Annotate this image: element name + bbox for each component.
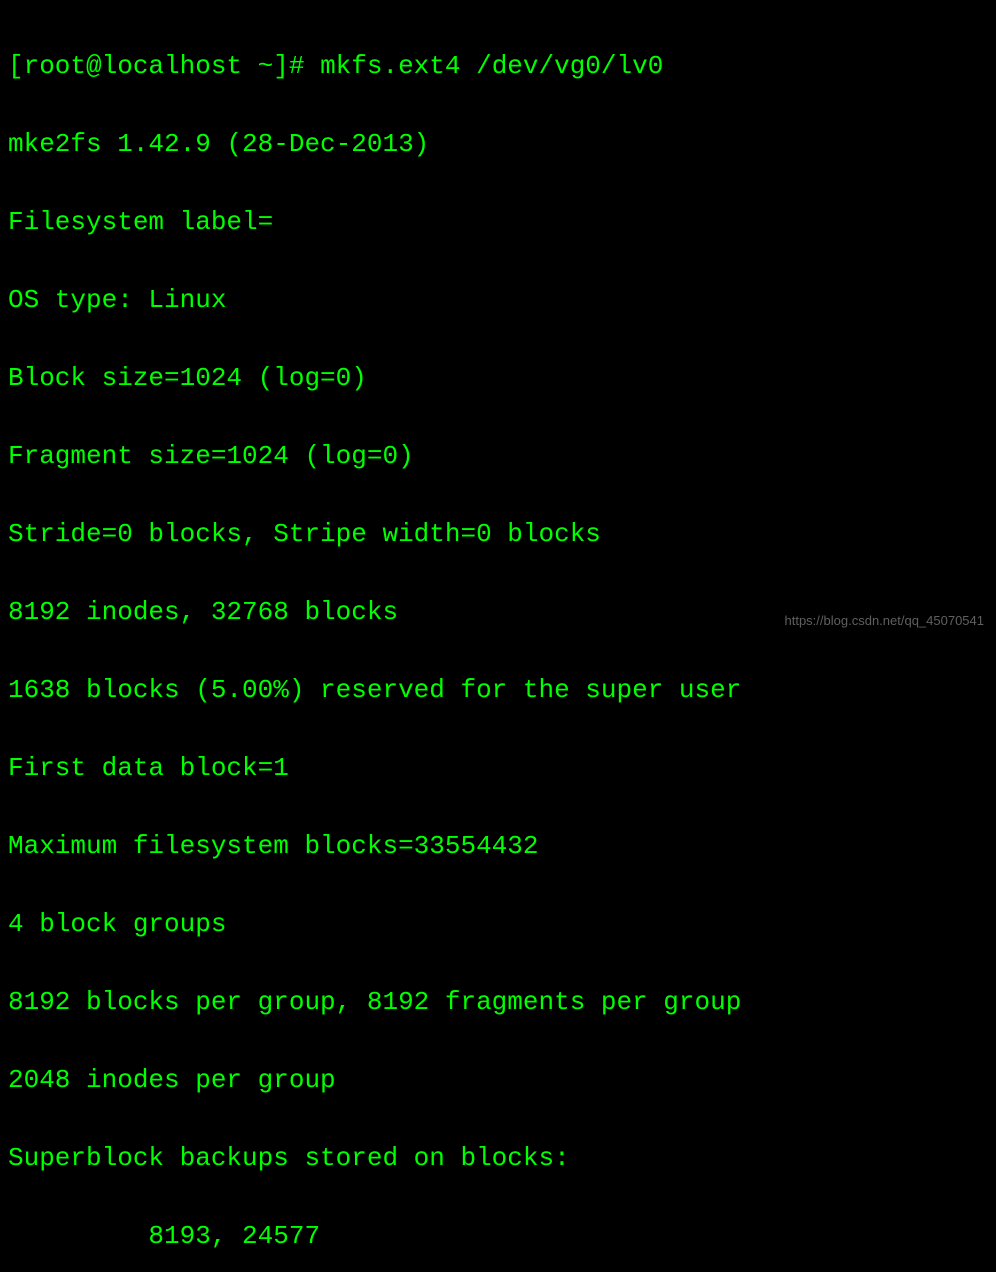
output-line: 8192 blocks per group, 8192 fragments pe…: [8, 983, 988, 1022]
output-line: Filesystem label=: [8, 203, 988, 242]
shell-prompt: [root@localhost ~]#: [8, 51, 320, 81]
command-line: [root@localhost ~]# mkfs.ext4 /dev/vg0/l…: [8, 47, 988, 86]
output-line: 2048 inodes per group: [8, 1061, 988, 1100]
output-line: mke2fs 1.42.9 (28-Dec-2013): [8, 125, 988, 164]
output-line: Fragment size=1024 (log=0): [8, 437, 988, 476]
watermark-text: https://blog.csdn.net/qq_45070541: [785, 611, 985, 631]
output-line: Block size=1024 (log=0): [8, 359, 988, 398]
output-line: Stride=0 blocks, Stripe width=0 blocks: [8, 515, 988, 554]
terminal-output[interactable]: [root@localhost ~]# mkfs.ext4 /dev/vg0/l…: [8, 8, 988, 1272]
output-line: 8193, 24577: [8, 1217, 988, 1256]
output-line: Maximum filesystem blocks=33554432: [8, 827, 988, 866]
output-line: 1638 blocks (5.00%) reserved for the sup…: [8, 671, 988, 710]
output-line: Superblock backups stored on blocks:: [8, 1139, 988, 1178]
command-text: mkfs.ext4 /dev/vg0/lv0: [320, 51, 663, 81]
output-line: 4 block groups: [8, 905, 988, 944]
output-line: First data block=1: [8, 749, 988, 788]
output-line: OS type: Linux: [8, 281, 988, 320]
